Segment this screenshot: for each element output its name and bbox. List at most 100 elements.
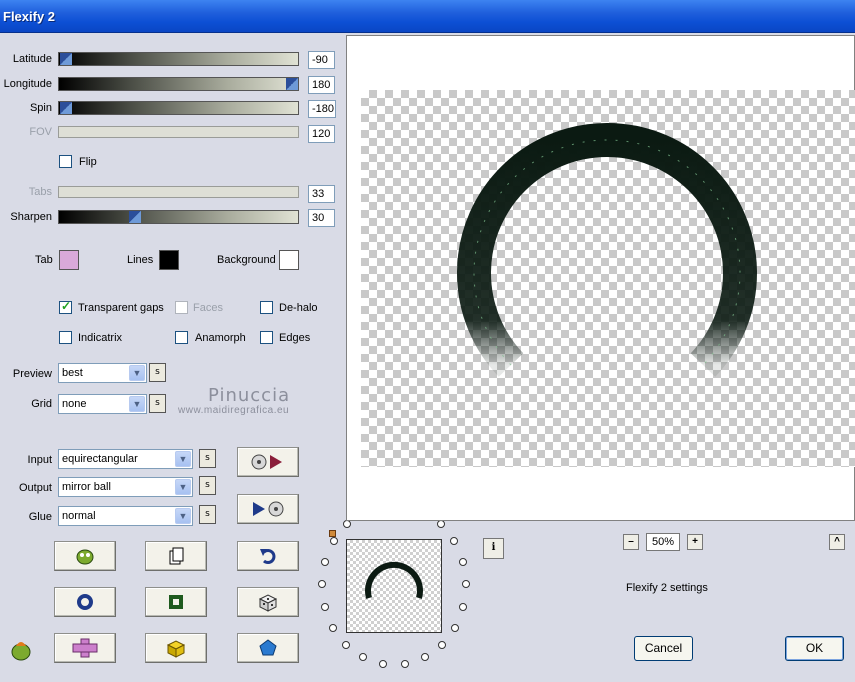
edges-checkbox[interactable] — [260, 331, 273, 344]
input-label: Input — [27, 454, 52, 466]
flip-checkbox[interactable] — [59, 155, 72, 168]
chevron-down-icon[interactable]: ▼ — [129, 365, 145, 381]
input-projection-button[interactable] — [237, 447, 299, 477]
sharpen-label: Sharpen — [10, 211, 52, 223]
latitude-thumb[interactable] — [60, 53, 72, 65]
ring-button[interactable] — [54, 587, 116, 617]
spin-slider[interactable] — [58, 101, 299, 115]
sharpen-thumb[interactable] — [129, 211, 141, 223]
thumbnail-ring — [365, 561, 423, 599]
sharpen-slider[interactable] — [58, 210, 299, 224]
thumbnail-dot-icon[interactable] — [459, 602, 468, 611]
transparent-gaps-checkbox[interactable]: ✓ — [59, 299, 72, 314]
thumbnail-dot-icon[interactable] — [329, 623, 338, 632]
thumbnail-dot-icon[interactable] — [420, 653, 429, 662]
tab-color-label: Tab — [35, 254, 53, 266]
window-title: Flexify 2 — [3, 9, 56, 24]
chevron-down-icon[interactable]: ▼ — [129, 396, 145, 412]
tab-color-swatch[interactable] — [59, 250, 79, 270]
faces-checkbox — [175, 301, 188, 314]
thumbnail-dot-icon[interactable] — [321, 557, 330, 566]
thumbnail-dot-icon[interactable] — [458, 557, 467, 566]
indicatrix-checkbox[interactable] — [59, 331, 72, 344]
latitude-value[interactable]: -90 — [308, 51, 335, 69]
grid-label: Grid — [31, 398, 52, 410]
preview-s-button[interactable]: s — [149, 363, 166, 382]
chevron-down-icon[interactable]: ▼ — [175, 479, 191, 495]
faces-label: Faces — [193, 302, 223, 314]
input-select[interactable]: equirectangular ▼ — [58, 449, 193, 469]
dot-handle-icon[interactable] — [329, 530, 336, 537]
frog-icon — [76, 549, 94, 565]
thumbnail-dot-icon[interactable] — [359, 653, 368, 662]
spin-value[interactable]: -180 — [308, 100, 336, 118]
random-button[interactable] — [237, 587, 299, 617]
pentagon-button[interactable] — [237, 633, 299, 663]
grid-select-value: none — [62, 398, 87, 410]
background-color-label: Background — [217, 254, 276, 266]
spin-thumb[interactable] — [60, 102, 72, 114]
cube-icon — [166, 640, 186, 658]
play-disc-icon — [253, 501, 284, 517]
copy-button[interactable] — [145, 541, 207, 571]
thumbnail-dot-icon[interactable] — [436, 520, 445, 529]
thumbnail-dot-icon[interactable] — [378, 660, 387, 668]
thumbnail-dot-icon[interactable] — [450, 537, 459, 546]
spin-label: Spin — [29, 102, 52, 114]
output-s-button[interactable]: s — [199, 476, 216, 495]
de-halo-label: De-halo — [279, 302, 318, 314]
frame-button[interactable] — [145, 587, 207, 617]
zoom-level: 50% — [646, 533, 680, 551]
collapse-button[interactable]: ^ — [829, 534, 845, 550]
longitude-slider[interactable] — [58, 77, 299, 91]
randomize-icon-button[interactable] — [54, 541, 116, 571]
longitude-value[interactable]: 180 — [308, 76, 335, 94]
thumbnail-dot-icon[interactable] — [461, 580, 470, 589]
ok-button[interactable]: OK — [785, 636, 844, 661]
output-projection-button[interactable] — [237, 494, 299, 524]
info-button[interactable]: i — [483, 538, 504, 559]
output-select[interactable]: mirror ball ▼ — [58, 477, 193, 497]
anamorph-checkbox[interactable] — [175, 331, 188, 344]
fov-label: FOV — [29, 126, 52, 138]
zoom-out-button[interactable]: – — [623, 534, 639, 550]
preview-label: Preview — [12, 368, 52, 380]
longitude-thumb[interactable] — [286, 78, 298, 90]
lines-color-label: Lines — [127, 254, 154, 266]
background-color-swatch[interactable] — [279, 250, 299, 270]
thumbnail-dot-icon[interactable] — [437, 640, 446, 649]
grid-select[interactable]: none ▼ — [58, 394, 147, 414]
thumbnail-dot-icon[interactable] — [320, 602, 329, 611]
ring-icon — [77, 594, 93, 610]
glue-s-button[interactable]: s — [199, 505, 216, 524]
grid-s-button[interactable]: s — [149, 394, 166, 413]
cube-button[interactable] — [145, 633, 207, 663]
lines-color-swatch[interactable] — [159, 250, 179, 270]
settings-label: Flexify 2 settings — [626, 582, 708, 594]
input-s-button[interactable]: s — [199, 449, 216, 468]
longitude-label: Longitude — [3, 78, 52, 90]
thumbnail-dot-icon[interactable] — [343, 520, 352, 529]
thumbnail-dot-icon[interactable] — [318, 580, 326, 589]
cancel-button[interactable]: Cancel — [634, 636, 693, 661]
title-bar: Flexify 2 — [0, 0, 855, 33]
undo-button[interactable] — [237, 541, 299, 571]
zoom-in-button[interactable]: + — [687, 534, 703, 550]
chevron-down-icon[interactable]: ▼ — [175, 508, 191, 524]
de-halo-checkbox[interactable] — [260, 301, 273, 314]
fov-value: 120 — [308, 125, 335, 143]
sharpen-value[interactable]: 30 — [308, 209, 335, 227]
thumbnail-preview[interactable] — [346, 539, 442, 633]
thumbnail-dot-icon[interactable] — [450, 623, 459, 632]
glue-select[interactable]: normal ▼ — [58, 506, 193, 526]
thumbnail-dot-icon[interactable] — [329, 537, 338, 546]
latitude-slider[interactable] — [58, 52, 299, 66]
indicatrix-label: Indicatrix — [78, 332, 123, 344]
preview-select[interactable]: best ▼ — [58, 363, 147, 383]
cross-button[interactable] — [54, 633, 116, 663]
thumbnail-dot-icon[interactable] — [342, 640, 351, 649]
preview-panel[interactable] — [346, 35, 855, 521]
chevron-down-icon[interactable]: ▼ — [175, 451, 191, 467]
frame-icon — [169, 595, 183, 609]
thumbnail-dot-icon[interactable] — [401, 660, 410, 668]
